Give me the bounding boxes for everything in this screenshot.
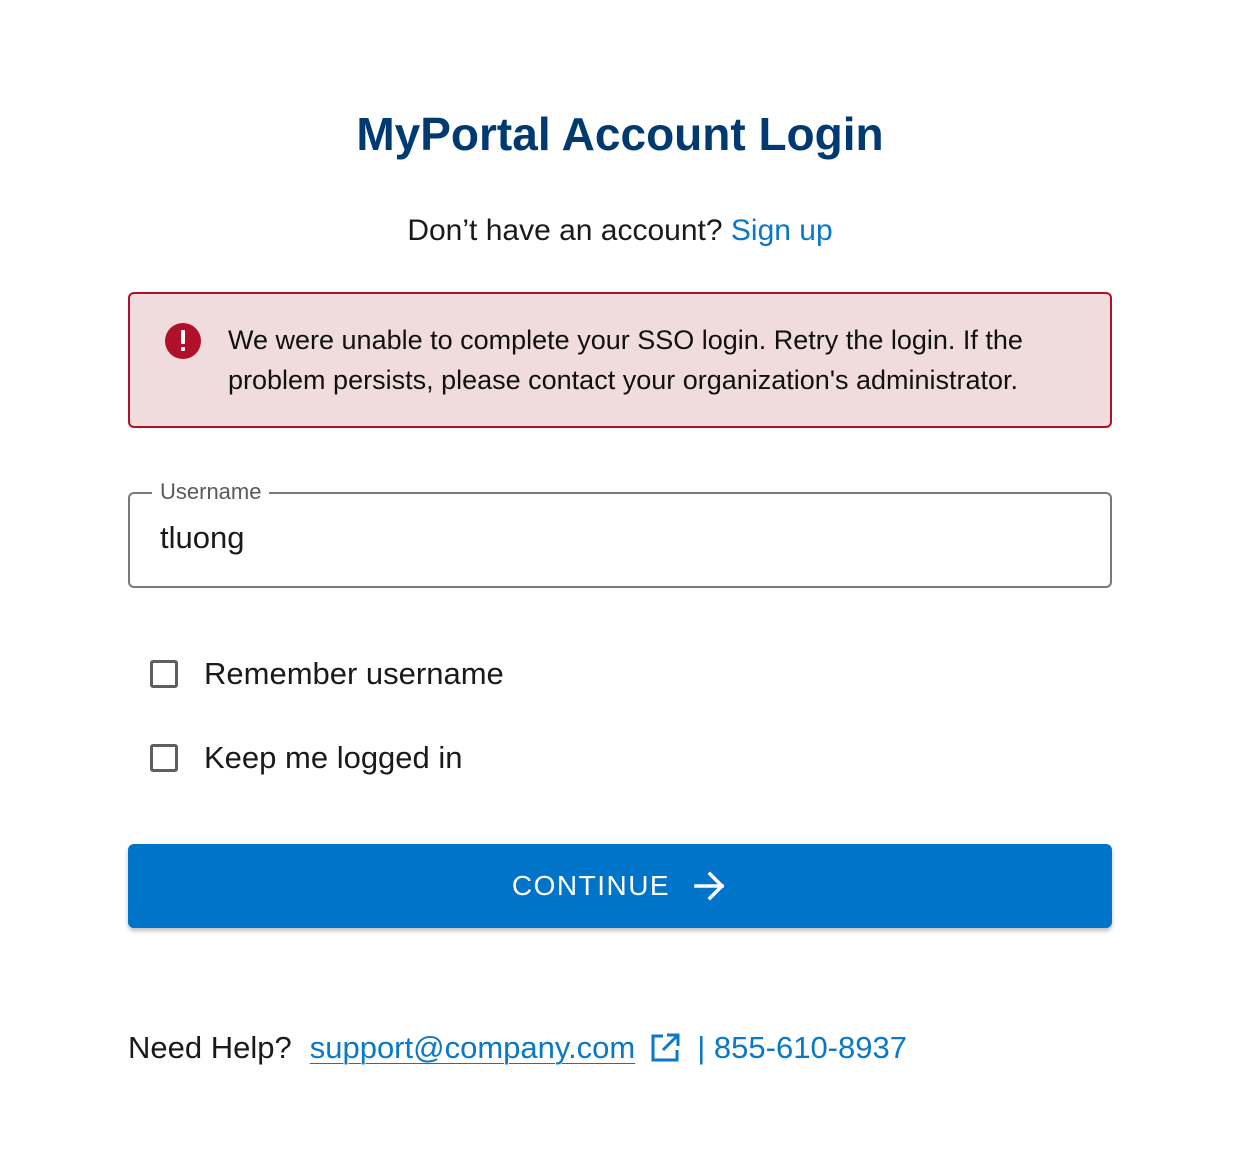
external-link-icon[interactable] [649,1032,681,1064]
username-field[interactable]: Username [128,479,1112,588]
signup-prompt-line: Don’t have an account? Sign up [0,210,1240,252]
username-input[interactable] [160,518,1080,558]
continue-label: CONTINUE [511,870,671,901]
support-email-link[interactable]: support@company.com [310,1027,636,1069]
error-icon [165,323,201,359]
help-label: Need Help? [128,1030,292,1065]
keep-logged-in-label: Keep me logged in [204,740,463,775]
remember-username-checkbox[interactable] [150,660,178,688]
signup-prompt-text: Don’t have an account? [407,214,723,247]
keep-logged-in-checkbox[interactable] [150,744,178,772]
remember-username-label: Remember username [204,656,504,691]
continue-button[interactable]: CONTINUE [128,844,1112,928]
remember-username-option[interactable]: Remember username [150,654,504,694]
sign-up-link[interactable]: Sign up [731,214,833,247]
page-title: MyPortal Account Login [356,108,884,160]
username-label: Username [152,479,270,505]
error-message: We were unable to complete your SSO logi… [228,325,1023,395]
help-footer: Need Help? support@company.com | 855-610… [128,1026,907,1070]
keep-logged-in-option[interactable]: Keep me logged in [150,738,463,778]
error-alert: We were unable to complete your SSO logi… [128,292,1112,428]
arrow-right-icon [694,871,725,901]
support-phone[interactable]: | 855-610-8937 [697,1027,907,1069]
